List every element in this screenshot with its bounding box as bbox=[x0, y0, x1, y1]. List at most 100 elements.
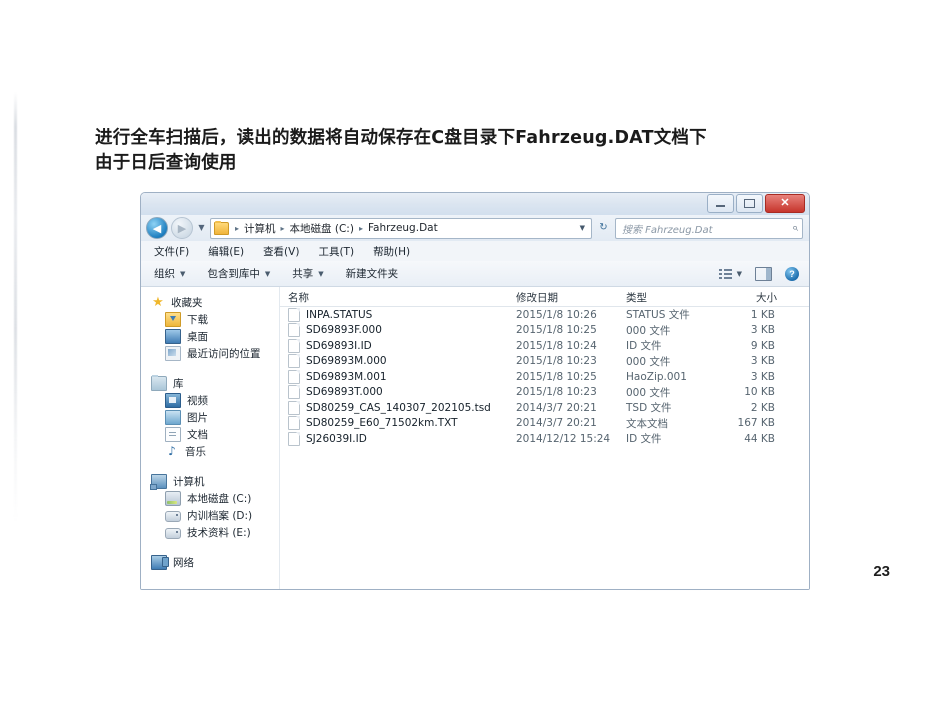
forward-button[interactable]: ▶ bbox=[171, 217, 193, 239]
sidebar-item-documents[interactable]: 文档 bbox=[149, 426, 279, 443]
organize-label: 组织 bbox=[154, 268, 175, 280]
sidebar-item-drive-d[interactable]: 内训档案 (D:) bbox=[149, 507, 279, 524]
back-arrow-icon: ◀ bbox=[152, 221, 162, 235]
menu-item-file[interactable]: 文件(F) bbox=[154, 244, 189, 259]
file-date-cell: 2015/1/8 10:24 bbox=[516, 339, 597, 352]
file-size-cell: 9 KB bbox=[750, 339, 775, 352]
hard-disk-icon bbox=[165, 491, 181, 506]
menu-bar: 文件(F) 编辑(E) 查看(V) 工具(T) 帮助(H) bbox=[141, 241, 809, 261]
chevron-down-icon[interactable]: ▼ bbox=[576, 224, 589, 232]
window-content: ★ 收藏夹 下载 桌面 最近访问的位置 库 视频 图片 文档 ♪ 音乐 计算机 … bbox=[141, 287, 809, 589]
breadcrumb-item-local-disk[interactable]: 本地磁盘 (C:) bbox=[290, 221, 354, 236]
preview-pane-icon[interactable] bbox=[755, 266, 772, 281]
column-header-size[interactable]: 大小 bbox=[713, 290, 785, 305]
column-header-date-modified[interactable]: 修改日期 bbox=[508, 290, 618, 305]
sidebar-item-videos[interactable]: 视频 bbox=[149, 392, 279, 409]
nav-group-favorites: ★ 收藏夹 下载 桌面 最近访问的位置 bbox=[149, 294, 279, 362]
table-row[interactable]: SD69893M.001 2015/1/8 10:25 HaoZip.001 3… bbox=[280, 369, 809, 385]
sidebar-item-local-disk-c[interactable]: 本地磁盘 (C:) bbox=[149, 490, 279, 507]
breadcrumb: ▸ 计算机 ▸ 本地磁盘 (C:) ▸ Fahrzeug.Dat bbox=[230, 221, 576, 236]
include-in-library-button[interactable]: 包含到库中 ▼ bbox=[207, 266, 270, 281]
history-dropdown-button[interactable]: ▼ bbox=[196, 224, 207, 232]
help-icon[interactable]: ? bbox=[785, 266, 799, 281]
file-date-cell: 2015/1/8 10:26 bbox=[516, 308, 597, 321]
refresh-icon[interactable]: ↻ bbox=[595, 223, 612, 233]
file-explorer-window: ✕ ◀ ▶ ▼ ▸ 计算机 ▸ 本地磁盘 (C:) ▸ Fahrzeug.Dat… bbox=[140, 192, 810, 590]
minimize-icon bbox=[716, 205, 725, 207]
table-row[interactable]: SD69893I.ID 2015/1/8 10:24 ID 文件 9 KB bbox=[280, 338, 809, 354]
table-row[interactable]: SD69893M.000 2015/1/8 10:23 000 文件 3 KB bbox=[280, 354, 809, 370]
breadcrumb-bar[interactable]: ▸ 计算机 ▸ 本地磁盘 (C:) ▸ Fahrzeug.Dat ▼ bbox=[210, 217, 592, 239]
file-date-cell: 2014/12/12 15:24 bbox=[516, 432, 611, 445]
file-date-cell: 2015/1/8 10:23 bbox=[516, 355, 597, 368]
sidebar-label-videos: 视频 bbox=[187, 395, 208, 407]
close-button[interactable]: ✕ bbox=[765, 194, 805, 213]
sidebar-label-drive-e: 技术资料 (E:) bbox=[187, 527, 251, 539]
file-type-cell: ID 文件 bbox=[626, 340, 662, 353]
menu-item-view[interactable]: 查看(V) bbox=[263, 244, 299, 259]
search-input[interactable]: 搜索 Fahrzeug.Dat bbox=[622, 221, 792, 236]
file-type-cell: ID 文件 bbox=[626, 433, 662, 446]
file-name-label: SD80259_CAS_140307_202105.tsd bbox=[306, 401, 491, 414]
menu-item-help[interactable]: 帮助(H) bbox=[373, 244, 410, 259]
slide-heading-line-1: 进行全车扫描后，读出的数据将自动保存在C盘目录下Fahrzeug.DAT文档下 bbox=[95, 128, 707, 148]
desktop-icon bbox=[165, 329, 181, 344]
breadcrumb-item-fahrzeug-dat[interactable]: Fahrzeug.Dat bbox=[368, 222, 438, 234]
table-row[interactable]: SJ26039I.ID 2014/12/12 15:24 ID 文件 44 KB bbox=[280, 431, 809, 447]
sidebar-item-recent-places[interactable]: 最近访问的位置 bbox=[149, 345, 279, 362]
minimize-button[interactable] bbox=[707, 194, 734, 213]
file-type-cell: HaoZip.001 bbox=[626, 370, 687, 383]
command-bar-right: ▼ ? bbox=[718, 266, 803, 281]
chevron-down-icon: ▼ bbox=[736, 269, 742, 278]
table-row[interactable]: SD69893T.000 2015/1/8 10:23 000 文件 10 KB bbox=[280, 385, 809, 401]
new-folder-button[interactable]: 新建文件夹 bbox=[346, 266, 399, 281]
sidebar-item-computer[interactable]: 计算机 bbox=[149, 473, 279, 490]
sidebar-item-downloads[interactable]: 下载 bbox=[149, 311, 279, 328]
sidebar-item-network[interactable]: 网络 bbox=[149, 554, 279, 571]
file-size-cell: 3 KB bbox=[750, 370, 775, 383]
file-size-cell: 2 KB bbox=[750, 401, 775, 414]
organize-button[interactable]: 组织 ▼ bbox=[154, 266, 185, 281]
slide-heading-line-2: 由于日后查询使用 bbox=[95, 153, 237, 173]
address-bar: ◀ ▶ ▼ ▸ 计算机 ▸ 本地磁盘 (C:) ▸ Fahrzeug.Dat ▼… bbox=[141, 215, 809, 241]
table-row[interactable]: SD69893F.000 2015/1/8 10:25 000 文件 3 KB bbox=[280, 323, 809, 339]
menu-item-tools[interactable]: 工具(T) bbox=[318, 244, 354, 259]
star-icon: ★ bbox=[152, 295, 164, 310]
file-list-pane: 名称 修改日期 类型 大小 INPA.STATUS 2015/1/8 10:26… bbox=[279, 287, 809, 589]
sidebar-item-libraries[interactable]: 库 bbox=[149, 375, 279, 392]
breadcrumb-separator: ▸ bbox=[358, 223, 363, 233]
sidebar-item-desktop[interactable]: 桌面 bbox=[149, 328, 279, 345]
file-date-cell: 2015/1/8 10:25 bbox=[516, 324, 597, 337]
sidebar-item-favorites[interactable]: ★ 收藏夹 bbox=[149, 294, 279, 311]
file-date-cell: 2014/3/7 20:21 bbox=[516, 401, 597, 414]
chevron-down-icon: ▼ bbox=[180, 269, 186, 278]
share-button[interactable]: 共享 ▼ bbox=[292, 266, 323, 281]
file-name-cell: SD69893M.000 bbox=[280, 354, 508, 369]
sidebar-label-music: 音乐 bbox=[185, 446, 206, 458]
file-name-cell: SD69893T.000 bbox=[280, 385, 508, 400]
breadcrumb-item-computer[interactable]: 计算机 bbox=[244, 221, 276, 236]
change-view-button[interactable]: ▼ bbox=[718, 268, 742, 279]
table-row[interactable]: SD80259_CAS_140307_202105.tsd 2014/3/7 2… bbox=[280, 400, 809, 416]
table-row[interactable]: SD80259_E60_71502km.TXT 2014/3/7 20:21 文… bbox=[280, 416, 809, 432]
sidebar-label-downloads: 下载 bbox=[187, 314, 208, 326]
column-header-type[interactable]: 类型 bbox=[618, 290, 713, 305]
sidebar-item-music[interactable]: ♪ 音乐 bbox=[149, 443, 279, 460]
maximize-button[interactable] bbox=[736, 194, 763, 213]
column-header-name[interactable]: 名称 bbox=[280, 290, 508, 305]
file-name-label: SD69893T.000 bbox=[306, 386, 383, 399]
sidebar-label-pictures: 图片 bbox=[187, 412, 208, 424]
sidebar-item-drive-e[interactable]: 技术资料 (E:) bbox=[149, 524, 279, 541]
search-box[interactable]: 搜索 Fahrzeug.Dat ⌕ bbox=[615, 217, 803, 239]
file-name-cell: SD69893F.000 bbox=[280, 323, 508, 338]
file-icon bbox=[288, 338, 300, 353]
file-size-cell: 10 KB bbox=[744, 386, 775, 399]
back-button[interactable]: ◀ bbox=[146, 217, 168, 239]
menu-item-edit[interactable]: 编辑(E) bbox=[208, 244, 244, 259]
nav-group-network: 网络 bbox=[149, 554, 279, 571]
documents-icon bbox=[165, 427, 181, 442]
table-row[interactable]: INPA.STATUS 2015/1/8 10:26 STATUS 文件 1 K… bbox=[280, 307, 809, 323]
sidebar-item-pictures[interactable]: 图片 bbox=[149, 409, 279, 426]
file-type-cell: 000 文件 bbox=[626, 386, 671, 399]
file-name-cell: SD80259_E60_71502km.TXT bbox=[280, 416, 508, 431]
